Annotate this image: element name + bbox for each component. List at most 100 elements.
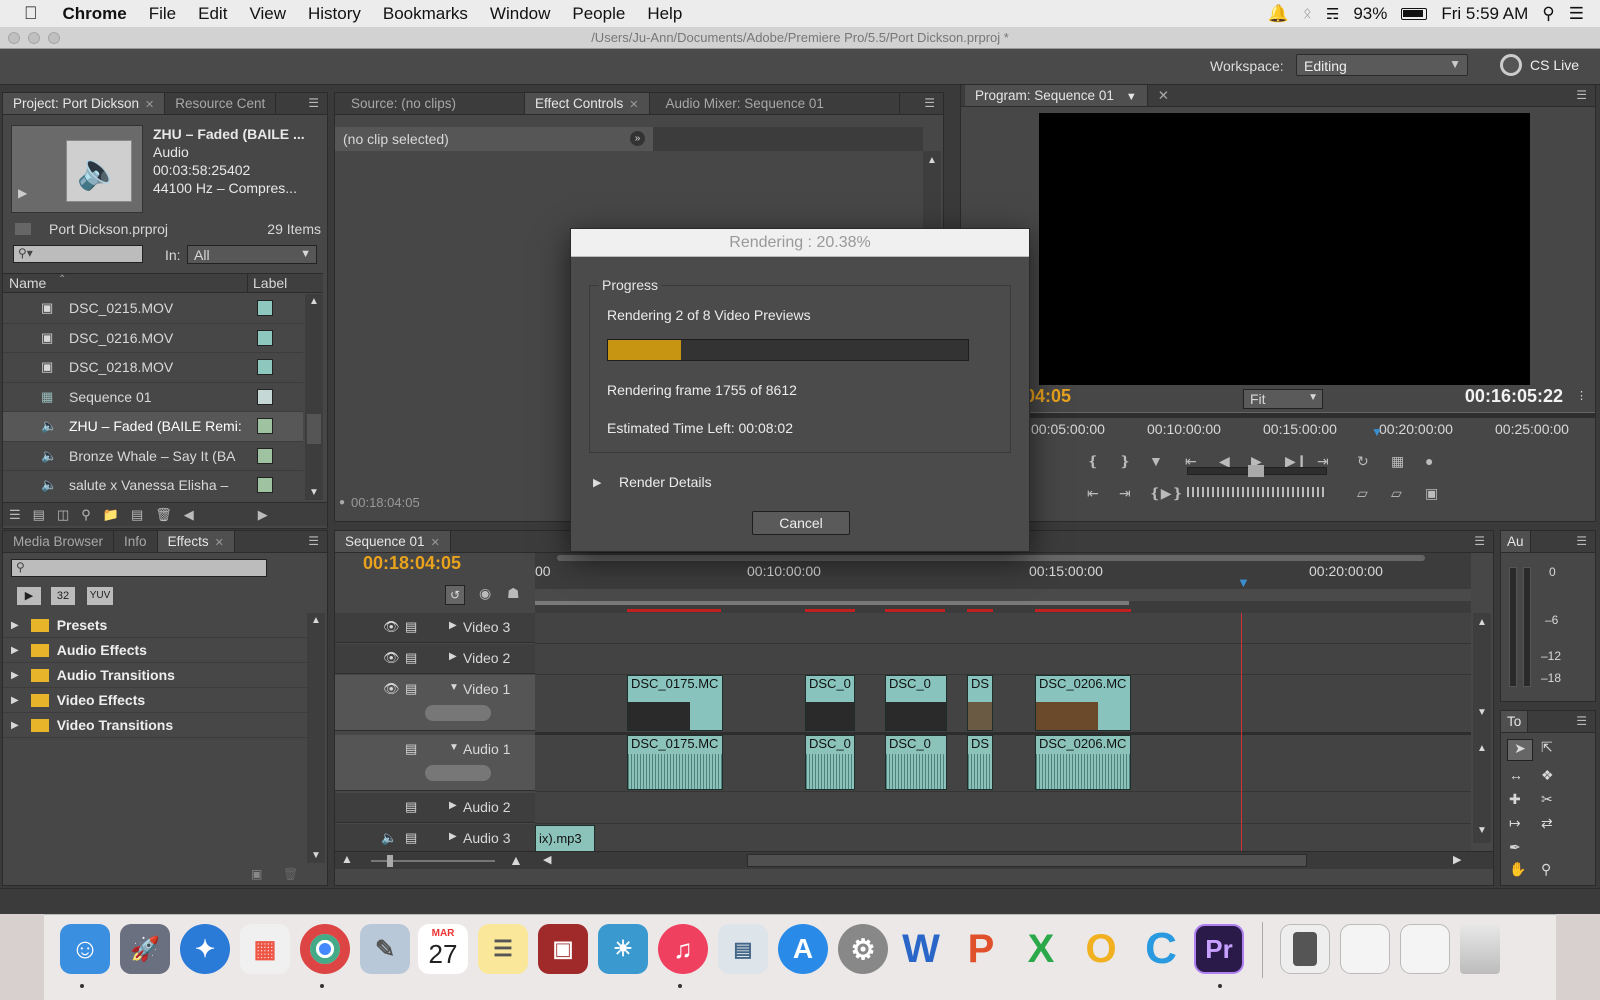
lift-icon[interactable]: ▱ <box>1357 485 1368 502</box>
video-clip[interactable]: DSC_0 <box>885 675 947 731</box>
scroll-up-icon[interactable]: ▲ <box>311 615 321 626</box>
track-header-video-3[interactable]: 👁 ▤ ▶ Video 3 <box>335 613 535 643</box>
system-preferences-icon[interactable]: ⚙ <box>838 924 888 974</box>
label-swatch[interactable] <box>257 418 273 435</box>
automate-sequence-icon[interactable]: ◫ <box>57 507 69 523</box>
label-swatch[interactable] <box>257 477 273 494</box>
scroll-up-icon[interactable]: ▲ <box>1477 617 1487 628</box>
label-swatch[interactable] <box>257 300 273 317</box>
zoom-slider[interactable] <box>371 855 495 867</box>
loop-icon[interactable]: ↻ <box>1357 453 1369 470</box>
preview-app-icon[interactable]: ▤ <box>718 924 768 974</box>
notes-icon[interactable]: ☰ <box>478 924 528 974</box>
list-item[interactable]: ▣ DSC_0218.MOV <box>3 353 303 383</box>
iphoto-icon[interactable]: ☀ <box>598 924 648 974</box>
extract-icon[interactable]: ▱ <box>1391 485 1402 502</box>
tab-source[interactable]: Source: (no clips) <box>335 93 525 114</box>
slip-tool-icon[interactable]: ↦ <box>1509 815 1521 832</box>
expand-arrow-icon[interactable]: ▶ <box>593 476 601 489</box>
accelerated-effects-icon[interactable]: ▶ <box>17 587 41 605</box>
safari-icon[interactable]: ✦ <box>180 924 230 974</box>
close-icon[interactable]: ✕ <box>629 99 638 111</box>
zoom-fit-select[interactable]: Fit ▼ <box>1243 389 1323 409</box>
scroll-up-icon[interactable]: ▲ <box>1477 743 1487 754</box>
export-frame-icon[interactable]: ▣ <box>1425 485 1438 502</box>
scroll-down-icon[interactable]: ▼ <box>311 850 321 861</box>
eye-icon[interactable]: 👁 <box>383 681 400 697</box>
timeline-tracks-area[interactable]: DSC_0175.MC DSC_0 DSC_0 DS DSC_0206.MC D… <box>535 613 1471 868</box>
snap-icon[interactable]: ↺ <box>445 585 465 605</box>
panel-menu-icon[interactable]: ☰ <box>300 93 327 114</box>
audio-clip[interactable]: DSC_0175.MC <box>627 735 723 790</box>
track-header-video-1[interactable]: 👁 ▤ ▼ Video 1 <box>335 675 535 731</box>
stack-itunes-icon[interactable] <box>1340 924 1390 974</box>
calendar-icon[interactable]: MAR 27 <box>418 924 468 974</box>
lock-icon[interactable]: ▤ <box>405 619 417 635</box>
launchpad-icon[interactable]: 🚀 <box>120 924 170 974</box>
panel-menu-icon[interactable]: ☰ <box>1568 711 1595 732</box>
effects-folder-video-effects[interactable]: ▶ Video Effects <box>3 688 307 713</box>
project-list-scrollbar[interactable]: ▲ ▼ <box>305 294 323 500</box>
in-select[interactable]: All ▼ <box>187 245 317 264</box>
lock-icon[interactable]: ▤ <box>405 741 417 757</box>
ripple-edit-tool-icon[interactable]: ↔ <box>1509 767 1523 783</box>
chrome-icon[interactable] <box>300 924 350 974</box>
collapse-arrow-icon[interactable]: ▼ <box>449 742 459 753</box>
playhead-marker-icon[interactable]: ▼ <box>1371 425 1383 439</box>
expand-arrow-icon[interactable]: ▶ <box>11 645 19 656</box>
label-swatch[interactable] <box>257 329 273 346</box>
label-swatch[interactable] <box>257 359 273 376</box>
menu-file[interactable]: File <box>138 4 187 24</box>
column-label-header[interactable]: Label <box>253 275 287 291</box>
outlook-icon[interactable]: O <box>1076 924 1126 974</box>
hand-tool-icon[interactable]: ✋ <box>1509 861 1526 878</box>
trash-icon[interactable] <box>1460 924 1500 974</box>
jog-dial[interactable] <box>1187 487 1327 497</box>
slide-tool-icon[interactable]: ⇄ <box>1541 815 1553 832</box>
menu-bookmarks[interactable]: Bookmarks <box>372 4 479 24</box>
scroll-down-icon[interactable]: ▼ <box>309 487 319 498</box>
find-icon[interactable]: ⚲ <box>81 507 91 523</box>
pen-tool-icon[interactable]: ✒ <box>1509 839 1521 856</box>
output-icon[interactable]: ● <box>1425 453 1433 469</box>
rolling-edit-tool-icon[interactable]: ❖ <box>1541 767 1554 784</box>
forward-circle-icon[interactable]: » <box>630 131 645 146</box>
video-clip[interactable]: DSC_0175.MC <box>627 675 723 731</box>
menubar-clock[interactable]: Fri 5:59 AM <box>1441 4 1528 24</box>
go-to-previous-edit-icon[interactable]: ⇤ <box>1087 485 1099 502</box>
effects-folder-audio-effects[interactable]: ▶ Audio Effects <box>3 638 307 663</box>
expand-arrow-icon[interactable]: ▶ <box>449 800 457 811</box>
scroll-thumb[interactable] <box>307 414 321 444</box>
mark-out-icon[interactable]: ❵ <box>1119 453 1131 470</box>
tab-sequence-01[interactable]: Sequence 01 ✕ <box>335 531 451 552</box>
lock-icon[interactable]: ▤ <box>405 799 417 815</box>
menu-history[interactable]: History <box>297 4 372 24</box>
scroll-up-icon[interactable]: ▲ <box>927 155 937 166</box>
new-bin-icon[interactable]: ▣ <box>251 867 262 881</box>
tab-audio-mixer[interactable]: Audio Mixer: Sequence 01 <box>650 93 900 114</box>
panel-menu-icon[interactable]: ☰ <box>1568 85 1595 106</box>
menu-people[interactable]: People <box>561 4 636 24</box>
itunes-icon[interactable]: ♫ <box>658 924 708 974</box>
menu-edit[interactable]: Edit <box>187 4 238 24</box>
scroll-down-icon[interactable]: ▼ <box>1477 825 1487 836</box>
tab-effects[interactable]: Effects ✕ <box>157 531 235 552</box>
shuttle-slider[interactable] <box>1187 465 1327 477</box>
play-in-to-out-icon[interactable]: ❴▶❵ <box>1149 485 1183 502</box>
scroll-left-icon[interactable]: ◀ <box>184 507 194 523</box>
close-icon[interactable]: ✕ <box>145 99 154 111</box>
scroll-left-icon[interactable]: ◀ <box>543 853 551 866</box>
menu-window[interactable]: Window <box>479 4 561 24</box>
track-select-tool-icon[interactable]: ⇱ <box>1541 739 1553 756</box>
tab-resource-central[interactable]: Resource Cent <box>165 93 277 114</box>
battery-percent[interactable]: 93% <box>1353 4 1387 24</box>
audio-clip-mp3[interactable]: ix).mp3 <box>535 825 595 853</box>
list-item[interactable]: 🔈 Bronze Whale – Say It (BA <box>3 442 303 471</box>
add-marker-icon[interactable]: ▼ <box>1149 453 1163 469</box>
program-ruler[interactable]: 00:05:00:00 00:10:00:00 00:15:00:00 00:2… <box>1011 419 1595 441</box>
eye-icon[interactable]: 👁 <box>383 619 400 635</box>
lock-icon[interactable]: ▤ <box>405 681 417 697</box>
close-icon[interactable]: ✕ <box>1148 85 1179 106</box>
window-zoom-button[interactable] <box>48 32 60 44</box>
chevron-down-icon[interactable]: ▼ <box>1126 91 1137 103</box>
